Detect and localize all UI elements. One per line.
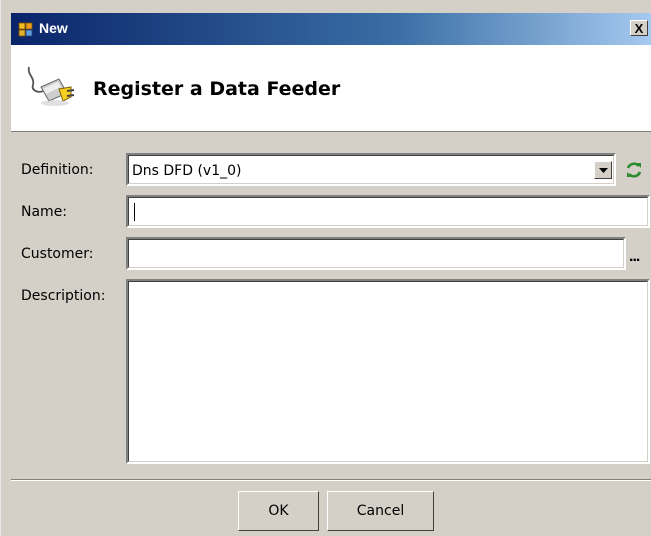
close-button[interactable]: X xyxy=(630,20,648,36)
description-label: Description: xyxy=(21,288,106,304)
title-bar[interactable]: New X xyxy=(11,13,651,45)
definition-select[interactable]: Dns DFD (v1_0) xyxy=(126,153,616,186)
ok-button[interactable]: OK xyxy=(238,491,319,531)
plug-icon xyxy=(27,66,75,106)
dialog-header: Register a Data Feeder xyxy=(11,45,651,132)
refresh-icon[interactable] xyxy=(624,160,644,180)
definition-value: Dns DFD (v1_0) xyxy=(132,163,242,179)
chevron-down-icon xyxy=(599,168,608,173)
name-input-inner xyxy=(128,197,648,226)
footer-divider xyxy=(11,479,651,481)
name-input[interactable] xyxy=(126,195,650,228)
definition-label: Definition: xyxy=(21,162,94,178)
customer-browse-button[interactable]: ... xyxy=(629,248,640,266)
name-label: Name: xyxy=(21,204,68,220)
customer-input[interactable] xyxy=(126,237,626,270)
customer-input-inner xyxy=(128,239,624,268)
window-title: New xyxy=(39,20,68,36)
app-icon xyxy=(18,22,33,37)
page-title: Register a Data Feeder xyxy=(93,78,341,100)
description-textarea[interactable] xyxy=(126,279,650,464)
text-cursor xyxy=(134,203,135,221)
dialog-window: New X Register a Data Feeder Definition:… xyxy=(0,0,651,536)
dropdown-button[interactable] xyxy=(594,161,612,179)
cancel-button[interactable]: Cancel xyxy=(327,491,434,531)
description-textarea-inner xyxy=(128,281,648,462)
customer-label: Customer: xyxy=(21,246,94,262)
